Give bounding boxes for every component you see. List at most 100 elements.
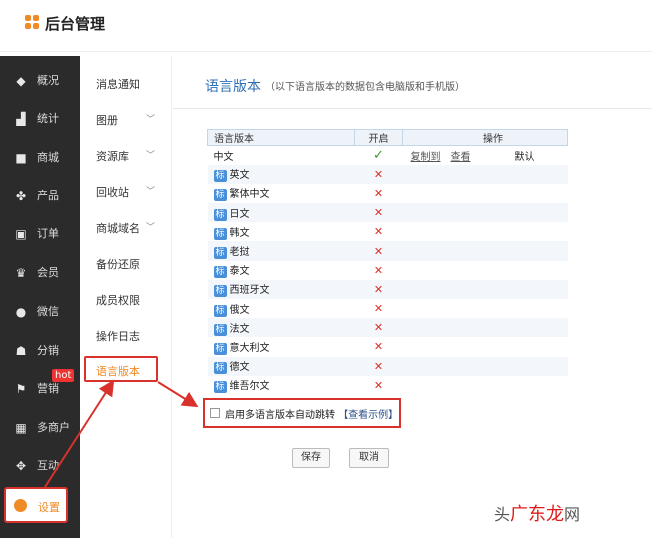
cross-icon[interactable]: ✕ [374, 168, 383, 181]
page-title: 语言版本 [205, 79, 261, 95]
sidebar-item-wechat[interactable]: ● 微信 [0, 293, 80, 331]
cancel-button[interactable]: 取消 [349, 448, 389, 468]
submenu-item-label: 回收站 [96, 186, 129, 199]
language-tag-badge: 标 [213, 304, 227, 317]
column-header: 操作 [402, 129, 568, 146]
submenu-item-label: 商城域名 [96, 222, 140, 235]
sidebar-item-mall[interactable]: ■ 商城 [0, 139, 80, 177]
crown-icon: ♛ [15, 266, 27, 280]
cross-icon[interactable]: ✕ [374, 187, 383, 200]
language-name: 法文 [229, 323, 250, 335]
operations-cell [403, 337, 568, 356]
main-content: 语言版本 （以下语言版本的数据包含电脑版和手机版） 语言版本 开启 操作 中文 ✓… [173, 56, 652, 538]
language-name-cell: 标德文 [207, 356, 355, 376]
sidebar-item-label: 营销 [37, 382, 59, 395]
submenu-item-permissions[interactable]: 成员权限 [96, 292, 140, 308]
enabled-cell: ✓ [355, 146, 403, 165]
submenu-item-notifications[interactable]: 消息通知 [96, 76, 140, 92]
language-name-cell: 标意大利文 [208, 337, 355, 356]
top-header: 后台管理 [0, 0, 652, 52]
cross-icon[interactable]: ✕ [374, 340, 383, 353]
operations-cell [402, 241, 568, 261]
sidebar-item-overview[interactable]: ◆ 概况 [0, 62, 80, 100]
column-header: 开启 [354, 129, 403, 146]
submenu-item-label: 资源库 [96, 150, 129, 163]
sidebar-item-members[interactable]: ♛ 会员 [0, 254, 80, 292]
table-row: 标英文 ✕ [207, 164, 568, 184]
default-label: 默认 [514, 151, 535, 163]
submenu-item-language[interactable]: 语言版本 [84, 356, 158, 382]
cross-icon[interactable]: ✕ [374, 379, 383, 392]
view-example-link[interactable]: 【查看示例】 [338, 410, 398, 421]
sidebar-item-interaction[interactable]: ✥ 互动 [0, 447, 80, 485]
enabled-cell: ✕ [354, 318, 403, 338]
enabled-cell: ✕ [354, 241, 403, 261]
sidebar-item-label: 互动 [37, 459, 59, 472]
auto-redirect-text: 启用多语言版本自动跳转 [225, 410, 335, 421]
interact-icon: ✥ [15, 459, 27, 473]
submenu-item-album[interactable]: 图册 ﹀ [96, 112, 155, 128]
chart-icon: ▟ [16, 112, 26, 126]
language-name-cell: 标老挝 [207, 241, 355, 261]
table-row: 标日文 ✕ [207, 203, 568, 223]
language-name-cell: 中文 [208, 146, 355, 165]
cross-icon[interactable]: ✕ [374, 283, 383, 296]
cross-icon[interactable]: ✕ [374, 206, 383, 219]
submenu-item-backup[interactable]: 备份还原 [96, 256, 140, 272]
submenu-item-recycle-bin[interactable]: 回收站 ﹀ [96, 184, 155, 200]
wechat-icon: ● [15, 305, 27, 319]
language-name-cell: 标泰文 [208, 261, 355, 280]
enabled-cell: ✕ [354, 356, 403, 376]
sidebar-item-label: 分销 [37, 344, 59, 357]
page-subtitle: （以下语言版本的数据包含电脑版和手机版） [265, 82, 465, 93]
order-icon: ▣ [15, 227, 27, 241]
submenu-item-logs[interactable]: 操作日志 [96, 328, 140, 344]
submenu-item-resources[interactable]: 资源库 ﹀ [96, 148, 155, 164]
language-name-cell: 标繁体中文 [208, 184, 355, 203]
cross-icon[interactable]: ✕ [374, 360, 383, 373]
app-title: 后台管理 [45, 15, 106, 33]
view-link[interactable]: 查看 [451, 152, 471, 163]
cross-icon[interactable]: ✕ [374, 264, 383, 277]
language-name: 日文 [229, 208, 250, 220]
sidebar-item-label: 产品 [37, 189, 59, 202]
save-button[interactable]: 保存 [292, 448, 330, 468]
chevron-down-icon: ﹀ [146, 223, 156, 233]
auto-redirect-checkbox[interactable] [210, 408, 220, 418]
sidebar-item-settings[interactable]: 设置 [4, 487, 68, 523]
sidebar-item-products[interactable]: ✤ 产品 [0, 177, 80, 215]
cross-icon[interactable]: ✕ [374, 321, 383, 334]
enabled-cell: ✕ [355, 222, 403, 241]
gear-icon [14, 499, 27, 512]
language-tag-badge: 标 [213, 266, 227, 279]
language-name: 繁体中文 [229, 189, 270, 201]
table-row: 标西班牙文 ✕ [207, 279, 568, 299]
sidebar-item-stats[interactable]: ▟ 统计 [0, 100, 80, 138]
submenu-item-mall-domain[interactable]: 商城域名 ﹀ [96, 220, 155, 236]
column-header: 语言版本 [207, 129, 355, 146]
cross-icon[interactable]: ✕ [374, 245, 383, 258]
table-row: 标德文 ✕ [207, 356, 568, 376]
sidebar-item-distribution[interactable]: ☗ 分销 [0, 332, 80, 370]
watermark-prefix: 头 [494, 505, 511, 524]
language-name-cell: 标英文 [207, 164, 355, 184]
language-tag-badge: 标 [213, 323, 227, 336]
check-icon[interactable]: ✓ [373, 148, 384, 163]
language-name: 泰文 [229, 266, 250, 278]
copy-to-link[interactable]: 复制到 [411, 152, 441, 163]
watermark-brand: 广东龙 [510, 504, 565, 525]
enabled-cell: ✕ [354, 203, 403, 223]
table-row: 标繁体中文 ✕ [208, 184, 568, 203]
language-tag-badge: 标 [213, 381, 227, 394]
enabled-cell: ✕ [354, 279, 403, 299]
enabled-cell: ✕ [355, 337, 403, 356]
table-row: 标法文 ✕ [207, 318, 568, 338]
cross-icon[interactable]: ✕ [374, 302, 383, 315]
cross-icon[interactable]: ✕ [374, 225, 383, 238]
sidebar-item-label: 商城 [37, 151, 59, 164]
submenu-item-label: 成员权限 [96, 294, 140, 307]
sidebar-item-multi-merchant[interactable]: ▦ 多商户 [0, 409, 80, 447]
sidebar-item-orders[interactable]: ▣ 订单 [0, 215, 80, 253]
language-name: 中文 [213, 151, 234, 163]
sidebar-item-label: 概况 [37, 74, 59, 87]
